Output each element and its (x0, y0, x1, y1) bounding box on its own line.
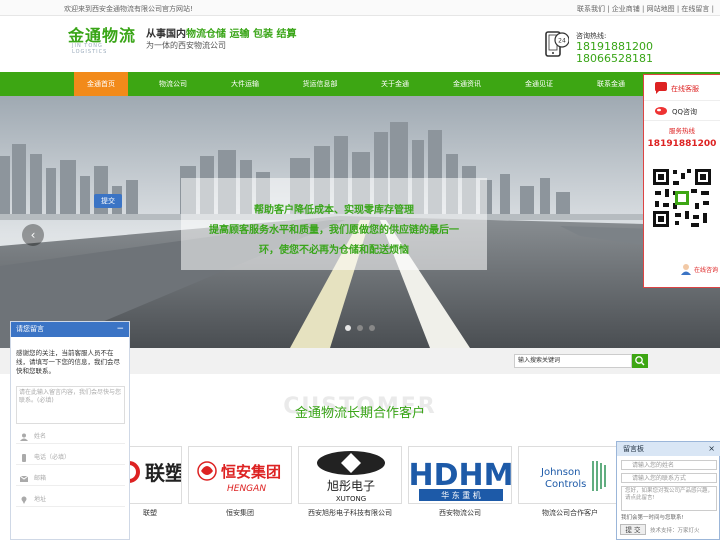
main-nav: 金通首页 物流公司 大件运输 货运信息部 关于金通 金通资讯 金通见证 联系金通 (0, 72, 720, 96)
service-hotline-label: 服务热线 (669, 127, 695, 135)
client-logo-text: Johnson (540, 467, 580, 478)
chat-title: 请您留言 (16, 325, 44, 333)
nav-item-news[interactable]: 金通资讯 (440, 72, 494, 96)
nav-item-home[interactable]: 金通首页 (74, 72, 128, 96)
chat-address-field[interactable]: 地址 (16, 493, 125, 507)
banner-line-2: 提高顾客服务水平和质量，我们愿做您的供应链的最后一 (209, 225, 459, 236)
message-board-hint: 我们会第一时间与您联系! (621, 515, 684, 521)
nav-item-logistics[interactable]: 物流公司 (146, 72, 200, 96)
message-board-contact-input[interactable]: 请输入您的联系方式 (621, 473, 717, 483)
slogan-highlight: 物流仓储 运输 包装 结算 (186, 29, 297, 40)
hotline-phone-2: 18066528181 (576, 52, 653, 65)
client-logo-xutong[interactable]: 旭彤电子 XUTONG (298, 446, 402, 504)
nav-item-about[interactable]: 关于金通 (368, 72, 422, 96)
service-hotline: 服务热线 18191881200 (644, 121, 720, 157)
chat-name-placeholder: 姓名 (34, 433, 47, 440)
search-icon (635, 356, 645, 366)
logo-subtext: JIN TONG LOGISTICS (72, 43, 108, 55)
qr-code-icon (651, 167, 713, 229)
nav-item-contact[interactable]: 联系金通 (584, 72, 638, 96)
online-consult-label[interactable]: 在线咨询 (694, 265, 718, 274)
qq-label: QQ咨询 (672, 108, 698, 116)
chat-message: 感谢您的关注，当前客服人员不在线，请填写一下您的信息，我们会尽快和您联系。 (16, 349, 120, 375)
banner-prev-button[interactable]: ‹ (22, 224, 44, 246)
johnson-logo-icon: Johnson Controls (540, 461, 606, 491)
nav-item-freight-info[interactable]: 货运信息部 (290, 72, 350, 96)
chat-phone-field[interactable]: 电话（必填） (16, 451, 125, 465)
online-service-button[interactable]: 在线客服 (644, 75, 720, 101)
banner-dot-3[interactable] (369, 325, 375, 331)
message-board-name-input[interactable]: 请输入您的姓名 (621, 460, 717, 470)
client-logo-hengan[interactable]: 恒安集团 HENGAN (188, 446, 292, 504)
top-links[interactable]: 联系我们 | 企业商铺 | 网站地图 | 在线留言 | (577, 4, 714, 14)
hdhm-logo-icon: HDHM 华 东 重 机 (409, 458, 512, 501)
qq-icon (655, 107, 667, 115)
logo[interactable]: 金通物流 JIN TONG LOGISTICS (68, 22, 138, 55)
nav-item-heavy-transport[interactable]: 大件运输 (218, 72, 272, 96)
chat-phone-placeholder: 电话（必填） (34, 454, 71, 461)
hengan-logo-icon: 恒安集团 HENGAN (197, 461, 281, 494)
chat-email-field[interactable]: 邮箱 (16, 472, 125, 486)
nav-item-testimony[interactable]: 金通见证 (512, 72, 566, 96)
tech-support-text: 技术支持：万家灯火 (650, 528, 700, 534)
client-logo-text: 旭彤电子 (327, 479, 375, 493)
client-caption: 物流公司合作客户 (542, 509, 598, 517)
message-board-content-input[interactable]: 您好，如果您对我公司产品感兴趣，请点此留言! (621, 486, 717, 511)
client-logo-en: XUTONG (336, 495, 366, 503)
banner-line-1: 帮助客户降低成本、实现零库存管理 (254, 205, 414, 216)
chat-name-field[interactable]: 姓名 (16, 430, 125, 444)
agent-avatar-icon (681, 264, 691, 275)
qq-consult-button[interactable]: QQ咨询 (644, 101, 720, 121)
client-logo-text: HDHM (409, 458, 512, 493)
location-icon (21, 496, 27, 504)
mail-icon (20, 475, 28, 482)
client-caption: 恒安集团 (226, 509, 254, 517)
chat-message-input[interactable]: 请在此输入留言内容，我们会尽快与您联系。(必填) (16, 386, 125, 424)
chat-header: 请您留言 − (11, 322, 129, 337)
online-service-label: 在线客服 (671, 85, 699, 93)
svg-text:24: 24 (558, 38, 566, 45)
client-caption: 西安旭彤电子科技有限公司 (308, 509, 392, 517)
client-logo-sub: Controls (545, 479, 586, 490)
top-bar: 欢迎来到西安金通物流有限公司官方网站! 联系我们 | 企业商铺 | 网站地图 |… (0, 0, 720, 16)
banner-dot-2[interactable] (357, 325, 363, 331)
phone-icon (22, 454, 26, 462)
floating-service-panel: 在线客服 QQ咨询 服务热线 18191881200 在线咨询 (643, 74, 720, 288)
user-icon (20, 433, 28, 441)
client-logo-sub: 华 东 重 机 (441, 490, 481, 500)
message-board-close-button[interactable]: × (708, 442, 715, 456)
client-caption: 西安物流公司 (439, 509, 481, 517)
xutong-logo-icon: 旭彤电子 XUTONG (317, 451, 385, 503)
chat-address-placeholder: 地址 (34, 496, 47, 503)
slogan-prefix: 从事国内 (146, 29, 186, 40)
chat-bubble-icon (655, 82, 667, 94)
slogan-line-2: 为一体的西安物流公司 (146, 41, 226, 50)
welcome-text: 欢迎来到西安金通物流有限公司官方网站! (64, 5, 193, 13)
slogan-line-1: 从事国内物流仓储 运输 包装 结算 (146, 25, 296, 40)
chat-email-placeholder: 邮箱 (34, 475, 47, 482)
client-logo-en: HENGAN (227, 484, 266, 494)
client-logo-text: 恒安集团 (221, 463, 281, 481)
section-title: 金通物流长期合作客户 (294, 406, 425, 421)
service-hotline-phone: 18191881200 (647, 139, 717, 149)
client-logo-johnson[interactable]: Johnson Controls (518, 446, 622, 504)
client-logo-hdhm[interactable]: HDHM 华 东 重 机 (408, 446, 512, 504)
message-board-submit-button[interactable]: 提 交 (620, 524, 646, 535)
phone-24h-icon: 24 (545, 31, 569, 57)
search-button[interactable] (632, 354, 648, 368)
banner-dot-1[interactable] (345, 325, 351, 331)
chat-send-button[interactable]: 提交 (94, 194, 122, 208)
message-board-header: 留言板 × (617, 442, 720, 456)
search-input[interactable]: 输入搜索关键词 (514, 354, 632, 368)
message-board-title: 留言板 (623, 445, 644, 453)
chat-widget: 请您留言 − 感谢您的关注，当前客服人员不在线，请填写一下您的信息，我们会尽快和… (10, 321, 130, 540)
client-logo-text: 联塑 (145, 461, 182, 485)
banner-line-3: 环，使您不必再为仓储和配送烦恼 (259, 245, 409, 256)
chat-minimize-button[interactable]: − (116, 322, 124, 337)
